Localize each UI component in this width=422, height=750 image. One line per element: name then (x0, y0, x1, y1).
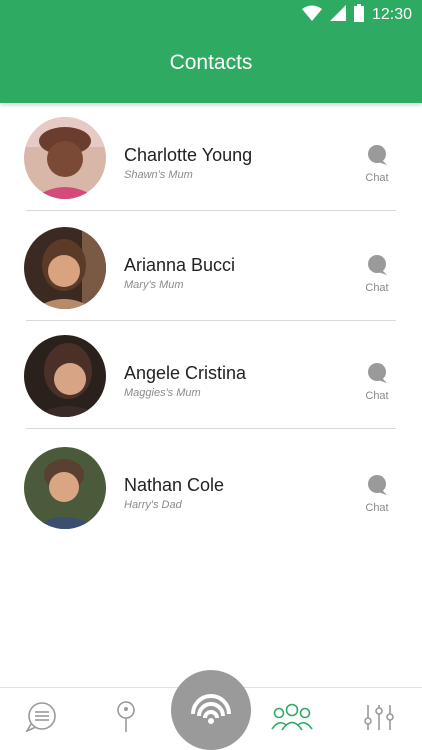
signal-icon (189, 688, 233, 733)
settings-sliders-icon (362, 703, 396, 736)
contact-relation: Maggies's Mum (124, 387, 201, 399)
divider (26, 210, 396, 211)
contact-relation: Harry's Dad (124, 499, 182, 511)
contact-name: Arianna Bucci (124, 255, 236, 275)
status-time: 12:30 (371, 6, 412, 23)
chat-bubble-icon (366, 255, 388, 279)
bottom-nav (0, 670, 422, 750)
contact-name: Charlotte Young (124, 145, 253, 165)
contact-name: Nathan Cole (124, 475, 225, 495)
chat-button[interactable]: Chat (362, 363, 392, 402)
chat-bubble-icon (366, 145, 388, 169)
contact-row[interactable]: Angele Cristina Maggies's Mum Chat (0, 321, 422, 429)
nav-contacts-button[interactable] (271, 702, 313, 736)
cell-signal-icon (329, 4, 346, 26)
chat-button[interactable]: Chat (362, 475, 392, 514)
contact-name: Angele Cristina (124, 363, 247, 383)
avatar (24, 227, 106, 309)
chat-label: Chat (365, 502, 389, 514)
chat-bubble-icon (366, 363, 388, 387)
contacts-icon (271, 703, 313, 736)
divider (26, 428, 396, 429)
chat-list-icon (24, 701, 60, 737)
chat-label: Chat (365, 172, 389, 184)
page-title: Contacts (169, 51, 253, 74)
contact-row[interactable]: Charlotte Young Shawn's Mum Chat (0, 103, 422, 211)
wifi-icon (301, 5, 322, 26)
contact-relation: Shawn's Mum (124, 169, 193, 181)
avatar (24, 447, 106, 529)
chat-button[interactable]: Chat (362, 255, 392, 294)
signal-fab-button[interactable] (171, 670, 251, 750)
chat-label: Chat (365, 390, 389, 402)
contact-row[interactable]: Arianna Bucci Mary's Mum Chat (0, 213, 422, 321)
battery-icon (353, 3, 364, 27)
avatar (24, 335, 106, 417)
location-pin-icon (115, 700, 137, 738)
chat-label: Chat (365, 282, 389, 294)
nav-settings-button[interactable] (359, 702, 399, 736)
contact-relation: Mary's Mum (124, 279, 184, 291)
status-bar: 12:30 (301, 3, 412, 27)
contact-row[interactable]: Nathan Cole Harry's Dad Chat (0, 433, 422, 541)
chat-button[interactable]: Chat (362, 145, 392, 184)
nav-messages-button[interactable] (22, 701, 62, 737)
nav-location-button[interactable] (106, 700, 146, 738)
chat-bubble-icon (366, 475, 388, 499)
avatar (24, 117, 106, 199)
app-header: 12:30 Contacts (0, 0, 422, 103)
